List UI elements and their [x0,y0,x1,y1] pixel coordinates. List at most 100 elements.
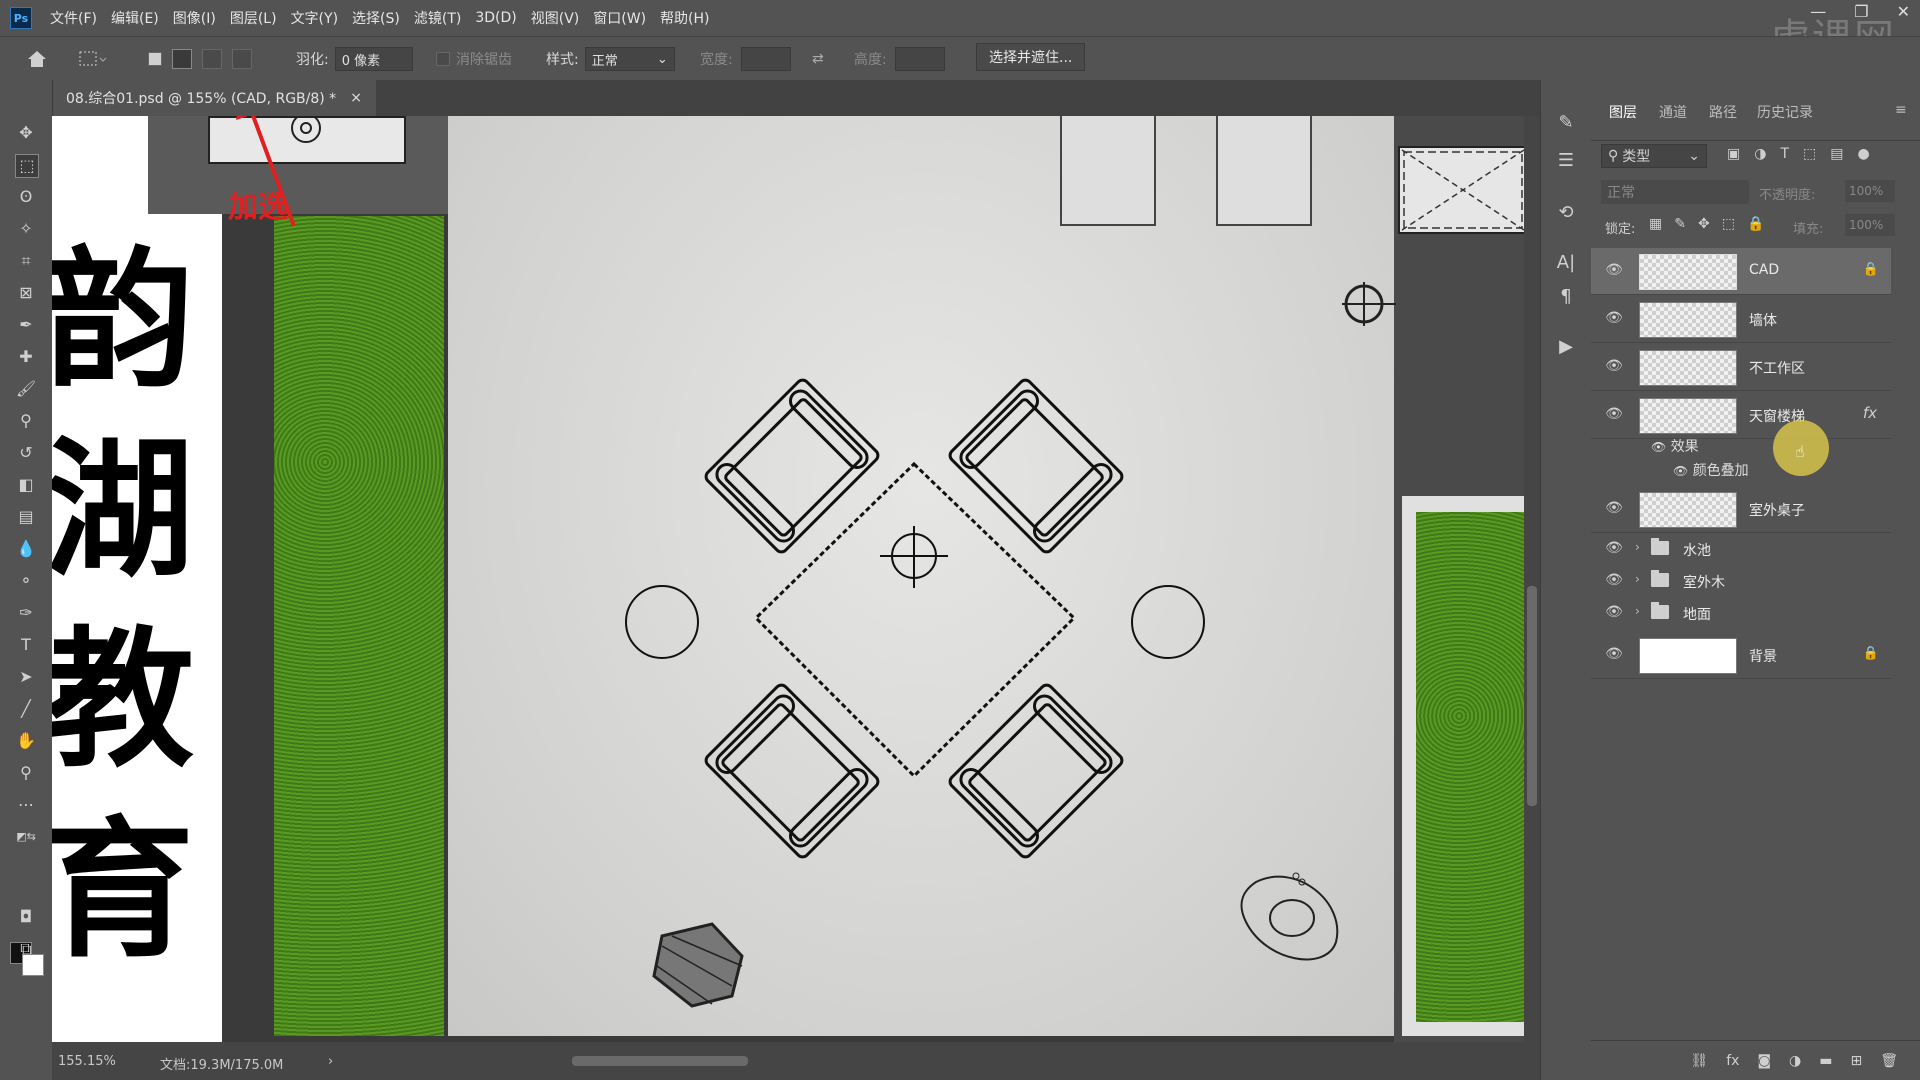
lock-pixels-icon[interactable]: ✎ [1674,216,1686,232]
move-tool-icon[interactable]: ✥ [15,122,37,144]
swap-width-height-icon[interactable]: ⇄ [812,47,824,71]
tab-history[interactable]: 历史记录 [1757,102,1813,122]
healing-brush-tool-icon[interactable]: ✚ [15,346,37,368]
new-layer-icon[interactable]: ⊞ [1850,1053,1862,1069]
restore-icon[interactable]: ❐ [1854,2,1868,21]
type-filter-icon[interactable]: T [1780,146,1789,162]
menu-3d[interactable]: 3D(D) [475,10,516,26]
layer-row-nonwork[interactable]: 👁 不工作区 [1591,344,1891,391]
gradient-tool-icon[interactable]: ▤ [15,506,37,528]
menu-window[interactable]: 窗口(W) [593,8,646,28]
photoshop-logo-icon[interactable]: Ps [10,7,32,29]
opacity-input[interactable]: 100% [1845,180,1895,202]
menu-help[interactable]: 帮助(H) [660,8,709,28]
lock-position-icon[interactable]: ✥ [1698,216,1710,232]
menu-edit[interactable]: 编辑(E) [111,8,159,28]
height-input[interactable] [894,47,945,71]
group-row-outdoor-wood[interactable]: 👁 › 室外木 [1591,566,1891,596]
chevron-right-icon[interactable]: › [1635,540,1640,554]
actions-play-icon[interactable]: ▶ [1555,336,1577,358]
rect-marquee-tool-icon[interactable]: ⬚ [15,154,39,178]
home-icon[interactable] [26,47,48,71]
layer-row-outdoor-table[interactable]: 👁 室外桌子 [1591,486,1891,533]
add-style-icon[interactable]: fx [1726,1053,1739,1069]
filter-toggle-icon[interactable]: ● [1857,146,1869,162]
smart-object-filter-icon[interactable]: ▤ [1830,146,1843,162]
quick-mask-icon[interactable]: ◘ [15,906,37,928]
magic-wand-tool-icon[interactable]: ✧ [15,218,37,240]
zoom-level[interactable]: 155.15% [58,1054,116,1069]
group-row-ground[interactable]: 👁 › 地面 [1591,598,1891,628]
intersect-selection-button[interactable] [232,49,252,69]
tab-paths[interactable]: 路径 [1709,102,1737,122]
shape-filter-icon[interactable]: ⬚ [1803,146,1816,162]
group-row-pool[interactable]: 👁 › 水池 [1591,534,1891,564]
document-tab[interactable]: 08.综合01.psd @ 155% (CAD, RGB/8) * × [52,80,376,116]
dodge-tool-icon[interactable]: ⚬ [15,570,37,592]
layer-row-skylight[interactable]: 👁 天窗楼梯 fx [1591,392,1891,439]
feather-input[interactable]: 0 像素 [334,47,413,71]
chevron-right-icon[interactable]: › [1635,604,1640,618]
select-and-mask-button[interactable]: 选择并遮住... [976,43,1086,71]
clone-stamp-tool-icon[interactable]: ⚲ [15,410,37,432]
lasso-tool-icon[interactable]: ʘ [15,186,37,208]
default-colors-icon[interactable]: ◩⇆ [15,826,37,848]
layer-row-cad[interactable]: 👁 CAD 🔒 [1591,248,1891,295]
path-selection-tool-icon[interactable]: ➤ [15,666,37,688]
vertical-scrollbar[interactable] [1524,116,1540,1042]
visibility-eye-icon[interactable]: 👁 [1605,406,1623,424]
link-layers-icon[interactable]: ⛓ [1690,1053,1708,1069]
tab-layers[interactable]: 图层 [1609,102,1637,122]
add-mask-icon[interactable]: ◙ [1757,1053,1771,1069]
layer-row-wall[interactable]: 👁 墙体 [1591,296,1891,343]
brush-settings-icon[interactable]: ✎ [1555,112,1577,134]
adjustment-filter-icon[interactable]: ◑ [1754,146,1766,162]
visibility-eye-icon[interactable]: 👁 [1673,464,1688,478]
adjustments-icon[interactable]: ☰ [1555,150,1577,172]
tab-channels[interactable]: 通道 [1659,102,1687,122]
lock-transparency-icon[interactable]: ▦ [1649,216,1662,232]
type-tool-icon[interactable]: T [15,634,37,656]
vertical-scroll-thumb[interactable] [1527,586,1537,806]
fill-input[interactable]: 100% [1845,214,1895,236]
visibility-eye-icon[interactable]: 👁 [1605,540,1623,558]
new-adjustment-icon[interactable]: ◑ [1789,1053,1801,1069]
crop-tool-icon[interactable]: ⌗ [15,250,37,272]
marquee-preset-icon[interactable] [78,47,108,71]
history-brush-tool-icon[interactable]: ↺ [15,442,37,464]
lock-all-icon[interactable]: 🔒 [1747,216,1764,232]
menu-image[interactable]: 图像(I) [173,8,216,28]
brush-tool-icon[interactable]: 🖌 [15,378,37,400]
visibility-eye-icon[interactable]: 👁 [1605,358,1623,376]
effects-row[interactable]: 👁 效果 [1651,436,1699,456]
visibility-eye-icon[interactable]: 👁 [1605,310,1623,328]
menu-type[interactable]: 文字(Y) [291,8,338,28]
screen-mode-icon[interactable]: ⧉ [15,938,37,960]
blend-mode-select[interactable]: 正常 [1601,180,1749,204]
character-icon[interactable]: A| [1555,252,1577,274]
pen-tool-icon[interactable]: ✑ [15,602,37,624]
new-selection-button[interactable] [148,52,162,66]
more-tools-icon[interactable]: ⋯ [15,794,37,816]
minimize-icon[interactable]: — [1810,2,1826,21]
hand-tool-icon[interactable]: ✋ [15,730,37,752]
menu-filter[interactable]: 滤镜(T) [414,8,461,28]
layer-row-background[interactable]: 👁 背景 🔒 [1591,632,1891,679]
horizontal-scroll-thumb[interactable] [572,1056,748,1066]
menu-layer[interactable]: 图层(L) [230,8,277,28]
visibility-eye-icon[interactable]: 👁 [1605,500,1623,518]
eraser-tool-icon[interactable]: ◧ [15,474,37,496]
visibility-eye-icon[interactable]: 👁 [1605,646,1623,664]
delete-layer-icon[interactable]: 🗑 [1880,1053,1898,1069]
visibility-eye-icon[interactable]: 👁 [1651,440,1666,454]
document-canvas[interactable]: 韵 湖 教 育 加选 [52,116,1524,1042]
paragraph-icon[interactable]: ¶ [1555,286,1577,308]
chevron-right-icon[interactable]: › [1635,572,1640,586]
layer-filter-select[interactable]: ⚲ 类型 ⌄ [1601,144,1707,168]
eyedropper-tool-icon[interactable]: ✒ [15,314,37,336]
blur-tool-icon[interactable]: 💧 [15,538,37,560]
line-tool-icon[interactable]: ╱ [15,698,37,720]
fx-icon[interactable]: fx [1863,404,1877,422]
panel-menu-icon[interactable]: ≡ [1895,102,1907,118]
visibility-eye-icon[interactable]: 👁 [1605,262,1623,280]
